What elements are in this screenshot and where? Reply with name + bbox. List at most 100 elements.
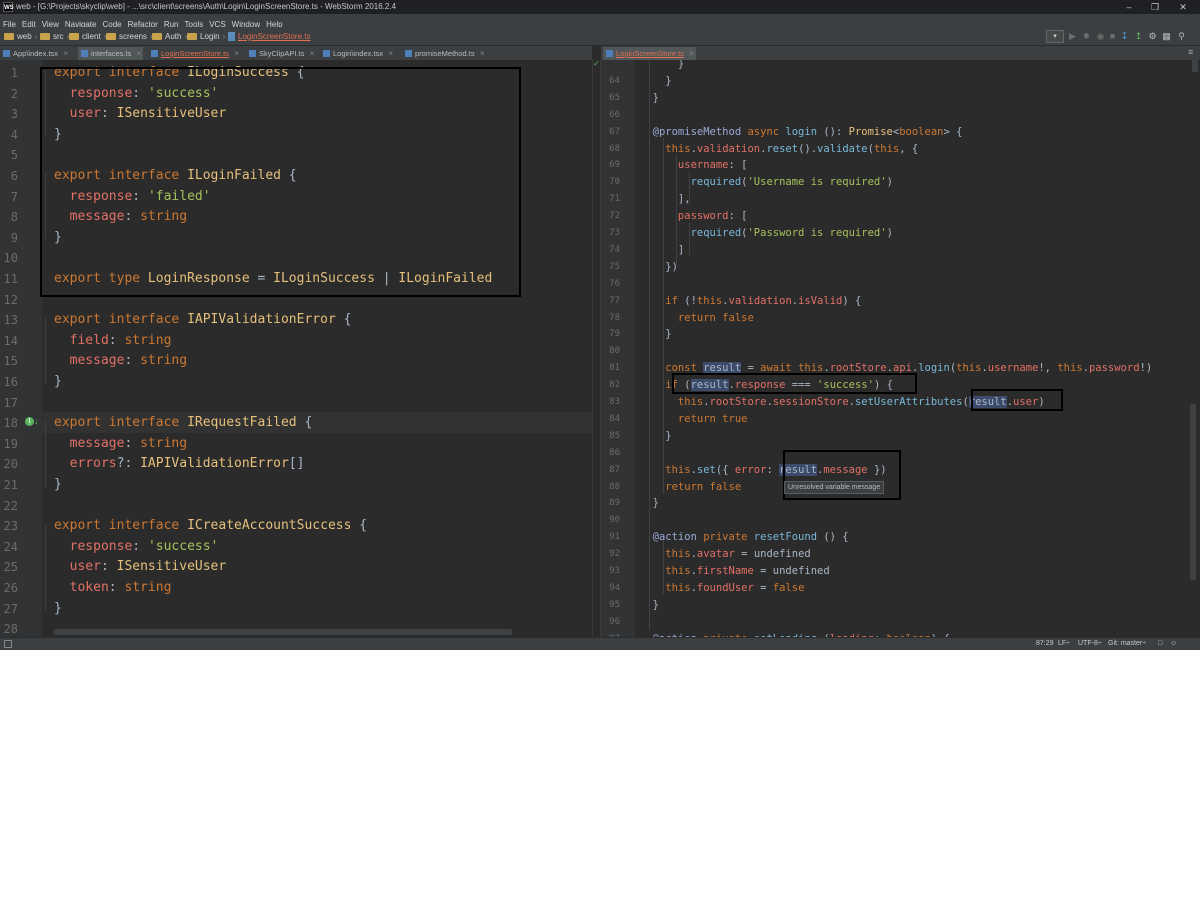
breadcrumb-screens[interactable]: screens›: [106, 31, 153, 42]
left-editor[interactable]: 1 export interface ILoginSuccess {2 respo…: [0, 60, 592, 637]
code-line[interactable]: message: string: [54, 434, 187, 455]
tab-close-icon[interactable]: ×: [137, 47, 142, 60]
code-line[interactable]: }: [54, 372, 62, 393]
tool-window-toggle-icon[interactable]: [4, 640, 12, 648]
inspector-icon[interactable]: ☺: [1170, 638, 1177, 650]
tab-promisemethod[interactable]: promiseMethod.ts ×: [402, 47, 487, 60]
code-line[interactable]: }: [54, 475, 62, 496]
stop-icon[interactable]: ■: [1107, 30, 1118, 42]
code-line[interactable]: export interface ICreateAccountSuccess {: [54, 516, 367, 537]
run-config-dropdown[interactable]: ▾: [1046, 30, 1064, 43]
code-line[interactable]: message: string: [54, 351, 187, 372]
code-line[interactable]: username: [: [640, 157, 748, 174]
code-token: > {: [943, 125, 963, 138]
code-line[interactable]: ],: [640, 191, 691, 208]
code-line[interactable]: required('Password is required'): [640, 225, 893, 242]
ide-window: WS web - [G:\Projects\skyclip\web] - ...…: [0, 0, 1200, 650]
caret-position[interactable]: 87:29: [1036, 638, 1054, 650]
lock-icon[interactable]: □: [1158, 638, 1162, 650]
code-line[interactable]: return false: [640, 479, 741, 496]
code-token: validation: [728, 294, 792, 307]
code-line[interactable]: @promiseMethod async login (): Promise<b…: [640, 124, 963, 141]
code-line[interactable]: errors?: IAPIValidationError[]: [54, 454, 305, 475]
code-line[interactable]: this.foundUser = false: [640, 580, 804, 597]
code-line[interactable]: password: [: [640, 208, 748, 225]
code-line[interactable]: if (!this.validation.isValid) {: [640, 293, 861, 310]
coverage-icon[interactable]: ◉: [1095, 30, 1106, 42]
line-number: 94: [609, 582, 620, 593]
breadcrumb-file[interactable]: LoginScreenStore.ts: [228, 31, 311, 42]
file-encoding[interactable]: UTF-8÷: [1078, 638, 1102, 650]
tab-label: LoginScreenStore.ts: [616, 49, 684, 58]
tab-close-icon[interactable]: ×: [234, 47, 239, 60]
code-line[interactable]: }: [640, 495, 659, 512]
right-editor[interactable]: } 64 } 65 } 66 67 @promiseMethod async login…: [601, 60, 1200, 637]
code-line[interactable]: token: string: [54, 578, 172, 599]
line-number: 84: [609, 413, 620, 424]
search-icon[interactable]: ⚲: [1176, 30, 1187, 42]
close-icon[interactable]: ✕: [1170, 0, 1196, 14]
tab-close-icon[interactable]: ×: [480, 47, 485, 60]
code-line[interactable]: ]: [640, 242, 684, 259]
tab-login-index[interactable]: Login\index.tsx ×: [320, 47, 395, 60]
implemented-marker-icon[interactable]: I: [25, 417, 34, 426]
tab-skyclipapi[interactable]: SkyClipAPI.ts ×: [246, 47, 316, 60]
vcs-branch[interactable]: Git: master÷: [1108, 638, 1146, 650]
code-token: response: [54, 538, 133, 554]
settings-icon[interactable]: ⚙: [1147, 30, 1158, 42]
code-line[interactable]: this.avatar = undefined: [640, 546, 810, 563]
run-icon[interactable]: ▶: [1067, 30, 1078, 42]
breadcrumb-login[interactable]: Login ›: [187, 31, 225, 42]
code-line[interactable]: field: string: [54, 331, 172, 352]
code-line[interactable]: @action private resetFound () {: [640, 529, 849, 546]
tab-label: App\index.tsx: [13, 49, 59, 58]
code-line[interactable]: }: [640, 60, 684, 73]
vertical-scrollbar[interactable]: [1190, 404, 1196, 580]
line-number: 27: [3, 601, 18, 616]
debug-icon[interactable]: ✹: [1081, 30, 1092, 42]
code-line[interactable]: response: 'success': [54, 537, 219, 558]
code-token: foundUser: [696, 581, 754, 594]
line-number: 10: [3, 251, 18, 266]
code-token: login: [918, 362, 950, 375]
code-line[interactable]: return false: [640, 310, 754, 327]
tab-app-index[interactable]: App\index.tsx ×: [0, 47, 70, 60]
code-line[interactable]: }: [640, 428, 671, 445]
line-number: 96: [609, 616, 620, 627]
code-line[interactable]: }: [640, 597, 659, 614]
line-number: 18: [3, 416, 18, 431]
editor-split-divider[interactable]: [592, 60, 601, 637]
code-line[interactable]: export interface IAPIValidationError {: [54, 310, 351, 331]
restore-icon[interactable]: ❐: [1142, 0, 1168, 14]
breadcrumb-auth[interactable]: Auth ›: [152, 31, 187, 42]
line-number: 65: [609, 92, 620, 103]
tab-close-icon[interactable]: ×: [689, 47, 694, 60]
code-line[interactable]: user: ISensitiveUser: [54, 557, 227, 578]
project-structure-icon[interactable]: ▦: [1161, 30, 1172, 42]
minimize-icon[interactable]: –: [1116, 0, 1142, 14]
line-separator[interactable]: LF÷: [1058, 638, 1070, 650]
tab-loginscreenstore[interactable]: LoginScreenStore.ts ×: [148, 47, 241, 60]
tab-interfaces[interactable]: interfaces.ts ×: [78, 47, 144, 60]
tab-loginscreenstore-right[interactable]: LoginScreenStore.ts ×: [603, 47, 696, 60]
code-line[interactable]: }): [640, 259, 678, 276]
code-line[interactable]: return true: [640, 411, 748, 428]
breadcrumb-src[interactable]: src ›: [40, 31, 69, 42]
code-line[interactable]: }: [640, 90, 659, 107]
breadcrumb-web[interactable]: web ›: [4, 31, 37, 42]
vcs-update-icon[interactable]: ↧: [1119, 30, 1130, 42]
split-menu-icon[interactable]: ≡: [1188, 47, 1193, 57]
code-line[interactable]: required('Username is required'): [640, 174, 893, 191]
tab-close-icon[interactable]: ×: [310, 47, 315, 60]
code-line[interactable]: }: [640, 326, 671, 343]
code-line[interactable]: }: [640, 73, 671, 90]
code-line[interactable]: this.firstName = undefined: [640, 563, 829, 580]
code-line[interactable]: this.validation.reset().validate(this, {: [640, 141, 918, 158]
code-line[interactable]: export interface IRequestFailed {: [54, 413, 312, 434]
vcs-commit-icon[interactable]: ↥: [1133, 30, 1144, 42]
tab-close-icon[interactable]: ×: [63, 47, 68, 60]
code-line[interactable]: }: [54, 599, 62, 620]
horizontal-scrollbar[interactable]: [54, 629, 512, 635]
tab-close-icon[interactable]: ×: [388, 47, 393, 60]
breadcrumb-client[interactable]: client›: [69, 31, 106, 42]
